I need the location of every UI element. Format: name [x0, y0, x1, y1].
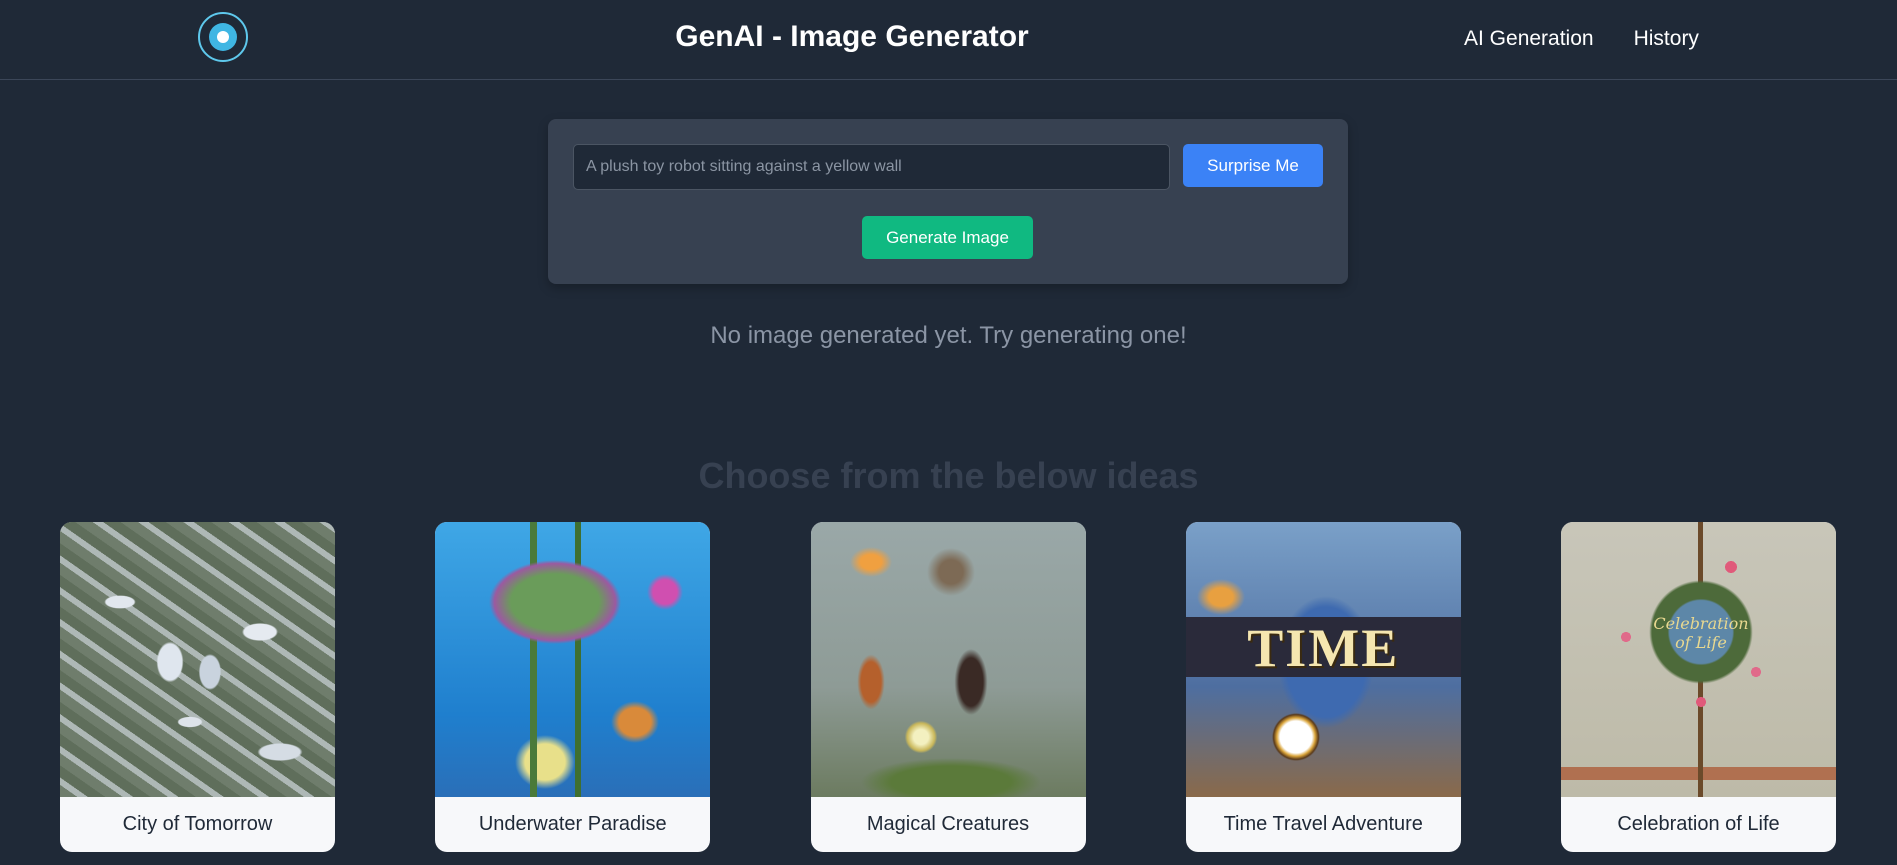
- idea-caption: Magical Creatures: [866, 813, 1030, 835]
- idea-caption: City of Tomorrow: [122, 813, 273, 835]
- idea-card-magical-creatures[interactable]: Magical Creatures: [810, 522, 1086, 852]
- idea-image-time-travel: TIME: [1185, 522, 1461, 797]
- idea-caption: Celebration of Life: [1617, 813, 1780, 835]
- nav-links: AI Generation History: [1464, 27, 1699, 51]
- ideas-heading: Choose from the below ideas: [698, 455, 1199, 496]
- idea-image-underwater: [435, 522, 711, 797]
- idea-caption: Time Travel Adventure: [1223, 813, 1423, 835]
- app-title: GenAI - Image Generator: [675, 20, 1029, 53]
- generate-image-button[interactable]: Generate Image: [862, 216, 1033, 259]
- idea-image-city: [60, 522, 335, 797]
- image-text-time: TIME: [1247, 618, 1400, 678]
- idea-image-celebration: Celebration of Life: [1561, 522, 1836, 797]
- ideas-grid: City of Tomorrow Underwater Paradise Mag…: [60, 522, 1836, 852]
- prompt-input[interactable]: [573, 144, 1170, 190]
- idea-image-magical: [810, 522, 1086, 797]
- idea-caption: Underwater Paradise: [478, 813, 667, 835]
- idea-card-celebration-of-life[interactable]: Celebration of Life Celebration of Life: [1561, 522, 1836, 852]
- idea-card-time-travel-adventure[interactable]: TIME Time Travel Adventure: [1185, 522, 1461, 852]
- image-text-celebration: Celebration of Life: [1653, 614, 1749, 652]
- generator-panel: Surprise Me Generate Image: [548, 119, 1348, 284]
- surprise-me-button[interactable]: Surprise Me: [1183, 144, 1323, 187]
- nav-ai-generation[interactable]: AI Generation: [1464, 27, 1594, 51]
- idea-card-city-of-tomorrow[interactable]: City of Tomorrow: [60, 522, 335, 852]
- idea-card-underwater-paradise[interactable]: Underwater Paradise: [435, 522, 711, 852]
- nav-history[interactable]: History: [1634, 27, 1699, 51]
- top-navbar: GenAI - Image Generator AI Generation Hi…: [0, 0, 1897, 80]
- empty-state-message: No image generated yet. Try generating o…: [710, 322, 1187, 349]
